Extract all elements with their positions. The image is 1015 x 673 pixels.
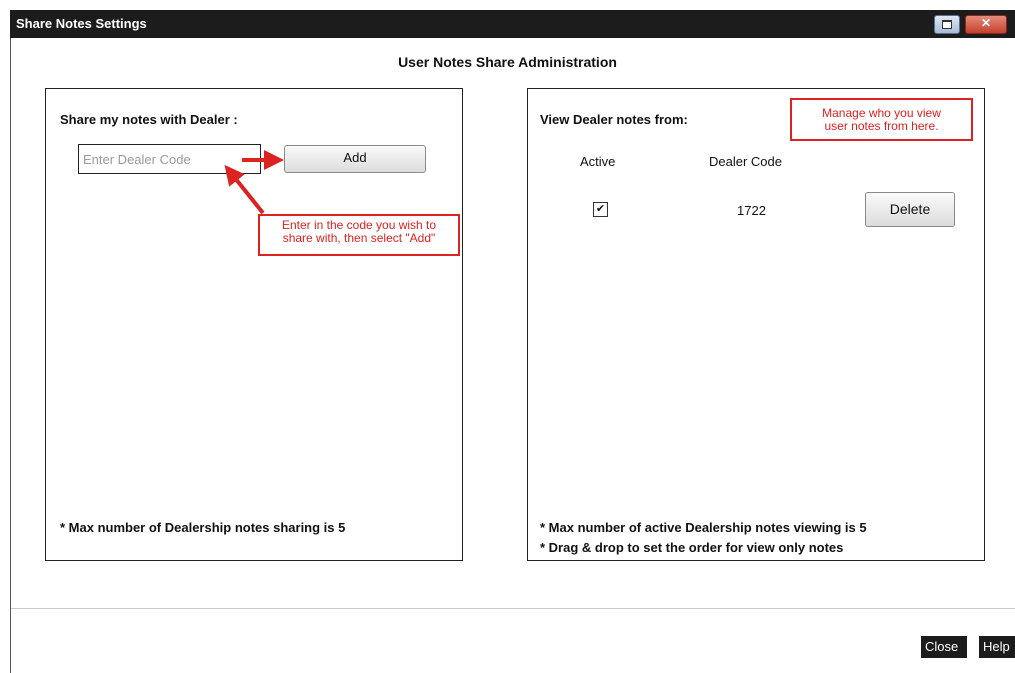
dealer-code-input[interactable] bbox=[79, 145, 260, 173]
check-icon: ✔ bbox=[595, 203, 606, 215]
close-icon: ✕ bbox=[981, 16, 992, 30]
view-footnote-2: * Drag & drop to set the order for view … bbox=[540, 540, 844, 555]
close-button[interactable]: Close bbox=[921, 636, 967, 658]
share-label: Share my notes with Dealer : bbox=[60, 112, 238, 127]
active-checkbox[interactable]: ✔ bbox=[593, 202, 608, 217]
maximize-icon bbox=[942, 20, 952, 29]
close-window-button[interactable]: ✕ bbox=[965, 15, 1007, 34]
title-bar: Share Notes Settings ✕ bbox=[10, 10, 1015, 38]
share-footnote: * Max number of Dealership notes sharing… bbox=[60, 520, 346, 535]
dealer-code-value: 1722 bbox=[737, 203, 766, 218]
dealer-code-input-wrapper bbox=[78, 144, 261, 174]
column-header-active: Active bbox=[580, 154, 616, 169]
view-label: View Dealer notes from: bbox=[540, 112, 688, 127]
window-title: Share Notes Settings bbox=[16, 16, 147, 31]
column-header-dealer-code: Dealer Code bbox=[709, 154, 782, 169]
page-heading: User Notes Share Administration bbox=[398, 54, 617, 70]
help-button[interactable]: Help bbox=[979, 636, 1015, 658]
maximize-button[interactable] bbox=[934, 15, 960, 34]
view-annotation: Manage who you view user notes from here… bbox=[790, 98, 973, 141]
window-border bbox=[10, 38, 11, 673]
share-annotation-line2: share with, then select "Add" bbox=[282, 231, 436, 245]
add-button[interactable]: Add bbox=[284, 145, 426, 173]
footer-divider bbox=[11, 608, 1015, 609]
view-footnote-1: * Max number of active Dealership notes … bbox=[540, 520, 867, 535]
view-annotation-line2: user notes from here. bbox=[824, 119, 939, 133]
share-annotation: Enter in the code you wish to share with… bbox=[258, 214, 460, 256]
delete-button[interactable]: Delete bbox=[865, 192, 955, 227]
